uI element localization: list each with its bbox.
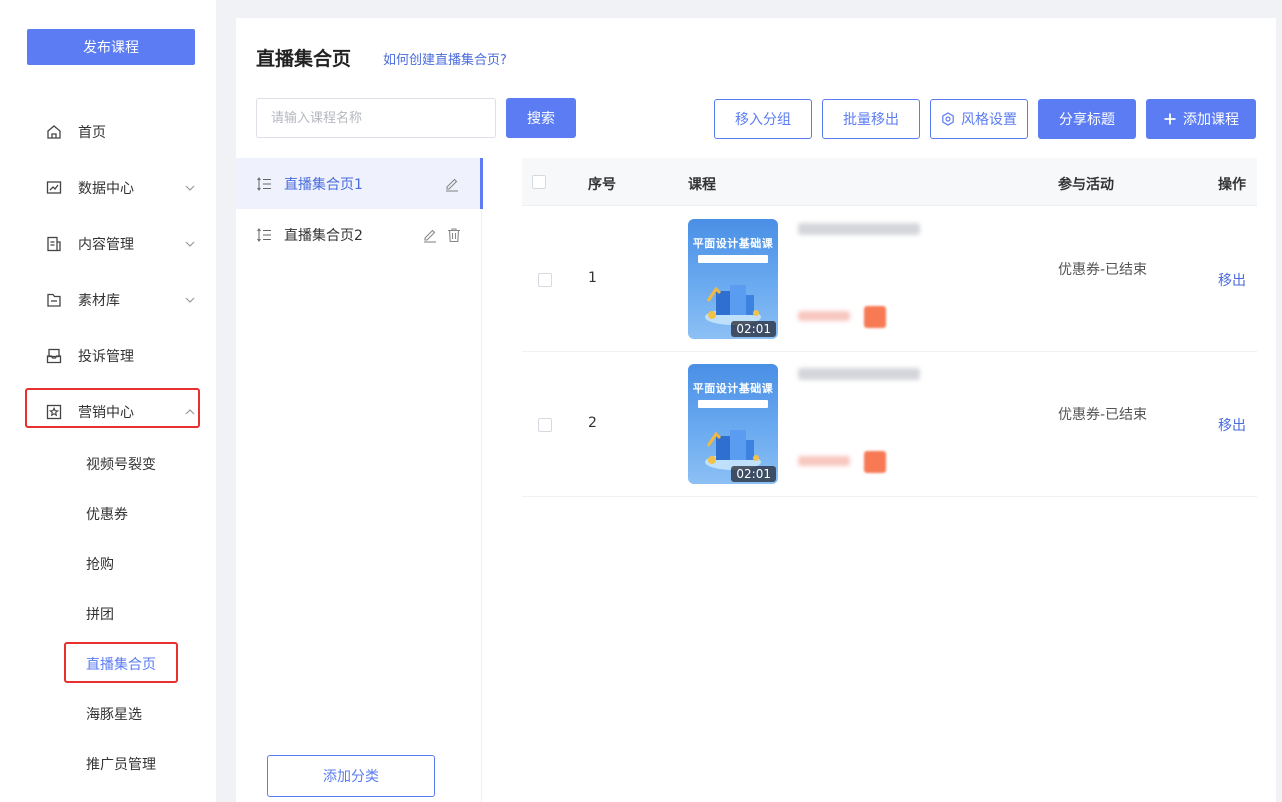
add-category-button[interactable]: 添加分类 xyxy=(267,755,435,797)
page-title: 直播集合页 xyxy=(256,48,352,70)
home-icon xyxy=(46,124,62,140)
share-title-button[interactable]: 分享标题 xyxy=(1038,99,1136,139)
price-tag-blurred xyxy=(864,306,886,328)
folder-icon xyxy=(46,292,62,308)
video-duration: 02:01 xyxy=(731,466,776,482)
highlight-box-marketing xyxy=(25,388,200,428)
group-item[interactable]: 直播集合页1 xyxy=(236,158,483,209)
column-header-activity: 参与活动 xyxy=(1058,177,1114,193)
help-link[interactable]: 如何创建直播集合页? xyxy=(383,49,507,68)
main-panel: 直播集合页 如何创建直播集合页? 搜索 移入分组 批量移出 风格设置 分享标题 … xyxy=(236,18,1276,802)
search-button[interactable]: 搜索 xyxy=(506,98,576,138)
add-course-label: 添加课程 xyxy=(1183,112,1239,128)
sub-item-channel-fission[interactable]: 视频号裂变 xyxy=(86,454,156,474)
activity-status: 优惠券-已结束 xyxy=(1058,262,1148,278)
edit-icon[interactable] xyxy=(421,226,439,244)
plus-icon xyxy=(1163,112,1177,126)
table-row: 2 平面设计基础课 02:01 优惠券-已结束 移出 xyxy=(522,352,1257,497)
chevron-down-icon xyxy=(184,182,196,194)
document-icon xyxy=(46,236,62,252)
chart-icon xyxy=(46,180,62,196)
sub-item-flash-sale[interactable]: 抢购 xyxy=(86,554,114,574)
thumbnail-title: 平面设计基础课 xyxy=(692,382,774,395)
publish-course-button[interactable]: 发布课程 xyxy=(27,29,195,65)
sub-item-coupon[interactable]: 优惠券 xyxy=(86,504,128,524)
nav-label: 素材库 xyxy=(78,293,120,309)
move-to-group-button[interactable]: 移入分组 xyxy=(714,99,812,139)
nav-label: 数据中心 xyxy=(78,181,134,197)
nav-item-complaints[interactable]: 投诉管理 xyxy=(0,336,216,376)
chevron-down-icon xyxy=(184,238,196,250)
course-title-blurred xyxy=(798,368,920,380)
group-item[interactable]: 直播集合页2 xyxy=(236,209,482,260)
chevron-down-icon xyxy=(184,294,196,306)
group-label: 直播集合页1 xyxy=(284,176,363,193)
isometric-illustration-icon xyxy=(705,430,761,470)
column-header-index: 序号 xyxy=(588,177,616,193)
add-course-button[interactable]: 添加课程 xyxy=(1146,99,1256,139)
sub-item-group-buy[interactable]: 拼团 xyxy=(86,604,114,624)
isometric-illustration-icon xyxy=(705,285,761,325)
row-checkbox[interactable] xyxy=(538,418,552,432)
table-header: 序号 课程 参与活动 操作 xyxy=(522,158,1257,206)
row-index: 1 xyxy=(588,270,597,286)
sidebar: 发布课程 首页 数据中心 内容管理 素材库 投诉管理 营销中心 视频号裂变 优惠… xyxy=(0,0,216,802)
nav-item-material-library[interactable]: 素材库 xyxy=(0,280,216,320)
nav-item-home[interactable]: 首页 xyxy=(0,112,216,152)
trash-icon[interactable] xyxy=(445,226,463,244)
column-header-course: 课程 xyxy=(688,177,716,193)
activity-status: 优惠券-已结束 xyxy=(1058,407,1148,423)
course-price-blurred xyxy=(798,456,850,466)
sort-list-icon xyxy=(256,176,272,192)
course-thumbnail[interactable]: 平面设计基础课 02:01 xyxy=(688,364,778,484)
row-checkbox[interactable] xyxy=(538,273,552,287)
select-all-checkbox[interactable] xyxy=(532,175,546,189)
group-label: 直播集合页2 xyxy=(284,227,363,244)
nav-label: 首页 xyxy=(78,125,106,141)
column-header-ops: 操作 xyxy=(1218,177,1246,193)
course-price-blurred xyxy=(798,311,850,321)
edit-icon[interactable] xyxy=(443,175,461,193)
nav-label: 内容管理 xyxy=(78,237,134,253)
course-title-blurred xyxy=(798,223,920,235)
highlight-box-live-collection xyxy=(64,642,178,683)
thumbnail-title: 平面设计基础课 xyxy=(692,237,774,250)
nav-item-content-management[interactable]: 内容管理 xyxy=(0,224,216,264)
batch-remove-button[interactable]: 批量移出 xyxy=(822,99,920,139)
video-duration: 02:01 xyxy=(731,321,776,337)
hexagon-gear-icon xyxy=(941,112,955,126)
nav-label: 投诉管理 xyxy=(78,349,134,365)
sub-item-dolphin-select[interactable]: 海豚星选 xyxy=(86,704,142,724)
inbox-icon xyxy=(46,348,62,364)
sub-item-promoter-management[interactable]: 推广员管理 xyxy=(86,754,156,774)
price-tag-blurred xyxy=(864,451,886,473)
style-settings-label: 风格设置 xyxy=(961,112,1017,128)
remove-link[interactable]: 移出 xyxy=(1218,270,1246,290)
thumbnail-subtitle-bar xyxy=(698,400,768,408)
nav-item-data-center[interactable]: 数据中心 xyxy=(0,168,216,208)
course-thumbnail[interactable]: 平面设计基础课 02:01 xyxy=(688,219,778,339)
remove-link[interactable]: 移出 xyxy=(1218,415,1246,435)
row-index: 2 xyxy=(588,415,597,431)
group-list: 直播集合页1 直播集合页2 xyxy=(236,158,483,802)
style-settings-button[interactable]: 风格设置 xyxy=(930,99,1028,139)
sort-list-icon xyxy=(256,227,272,243)
search-input[interactable] xyxy=(256,98,496,138)
thumbnail-subtitle-bar xyxy=(698,255,768,263)
table-row: 1 平面设计基础课 02:01 优惠券-已结束 移出 xyxy=(522,207,1257,352)
